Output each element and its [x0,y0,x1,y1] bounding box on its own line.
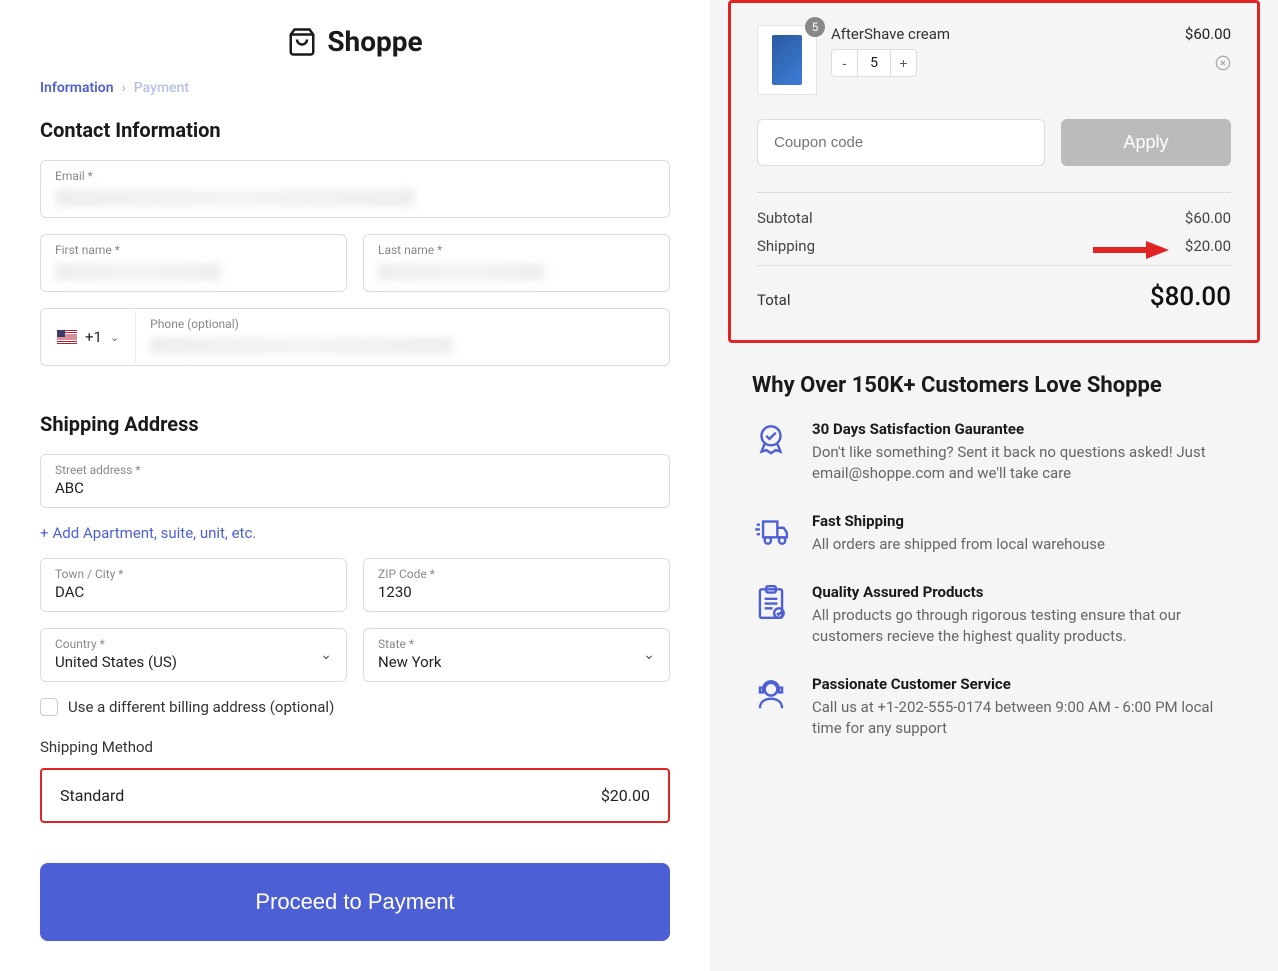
close-icon [1215,55,1231,71]
city-field[interactable]: Town / City * DAC [40,558,347,612]
shipping-cost-row: Shipping $20.00 [757,237,1231,255]
badge-check-icon [752,420,790,458]
benefit-title: Quality Assured Products [812,583,1236,601]
order-summary: 5 AfterShave cream $60.00 - 5 + [728,0,1260,343]
checkbox-icon [40,698,58,716]
shipping-cost-label: Shipping [757,237,815,255]
subtotal-row: Subtotal $60.00 [757,209,1231,227]
total-value: $80.00 [1150,282,1231,312]
country-value: United States (US) [55,653,332,671]
benefit-title: Fast Shipping [812,512,1105,530]
first-name-value [55,263,221,281]
country-code-selector[interactable]: +1 ⌄ [41,311,136,363]
zip-value: 1230 [378,583,655,601]
truck-icon [752,512,790,550]
qty-decrease-button[interactable]: - [832,50,858,76]
phone-value [150,337,453,355]
shipping-method-heading: Shipping Method [40,738,670,756]
country-select[interactable]: Country * United States (US) ⌄ [40,628,347,682]
shopping-bag-icon [287,27,317,57]
shipping-cost-value: $20.00 [1185,237,1231,255]
product-thumbnail: 5 [757,25,817,95]
brand-name: Shoppe [327,25,422,58]
phone-label: Phone (optional) [150,317,655,331]
phone-prefix: +1 [85,328,102,346]
add-apartment-label: Add Apartment, suite, unit, etc. [53,524,257,542]
clipboard-check-icon [752,583,790,621]
different-billing-checkbox[interactable]: Use a different billing address (optiona… [40,698,670,716]
benefit-desc: All orders are shipped from local wareho… [812,534,1105,555]
first-name-label: First name * [55,243,332,257]
state-label: State * [378,637,655,651]
qty-value: 5 [858,50,890,76]
street-address-field[interactable]: Street address * ABC [40,454,670,508]
qty-increase-button[interactable]: + [890,50,916,76]
benefit-desc: All products go through rigorous testing… [812,605,1236,647]
first-name-field[interactable]: First name * [40,234,347,292]
product-name: AfterShave cream [831,25,950,43]
breadcrumb: Information › Payment [40,80,670,96]
total-label: Total [757,291,791,309]
contact-info-heading: Contact Information [40,118,670,142]
us-flag-icon [57,330,77,344]
subtotal-label: Subtotal [757,209,813,227]
shipping-method-option[interactable]: Standard $20.00 [40,768,670,823]
last-name-field[interactable]: Last name * [363,234,670,292]
street-label: Street address * [55,463,655,477]
quantity-stepper: - 5 + [831,49,917,77]
benefit-title: Passionate Customer Service [812,675,1236,693]
last-name-value [378,263,544,281]
brand-logo: Shoppe [40,25,670,58]
plus-icon: + [40,524,49,542]
proceed-to-payment-button[interactable]: Proceed to Payment [40,863,670,941]
benefit-title: 30 Days Satisfaction Gaurantee [812,420,1236,438]
breadcrumb-payment: Payment [134,80,189,96]
shipping-method-name: Standard [60,786,124,805]
breadcrumb-information[interactable]: Information [40,80,114,96]
cart-item: 5 AfterShave cream $60.00 - 5 + [757,25,1231,95]
product-price: $60.00 [1185,25,1231,43]
subtotal-value: $60.00 [1185,209,1231,227]
different-billing-label: Use a different billing address (optiona… [68,698,334,716]
benefit-support: Passionate Customer Service Call us at +… [710,675,1278,767]
phone-field[interactable]: +1 ⌄ Phone (optional) [40,308,670,366]
last-name-label: Last name * [378,243,655,257]
zip-field[interactable]: ZIP Code * 1230 [363,558,670,612]
remove-item-button[interactable] [1215,55,1231,71]
headset-icon [752,675,790,713]
chevron-right-icon: › [122,80,126,96]
benefits-heading: Why Over 150K+ Customers Love Shoppe [710,363,1278,420]
shipping-address-heading: Shipping Address [40,412,670,436]
state-value: New York [378,653,655,671]
city-label: Town / City * [55,567,332,581]
email-field[interactable]: Email * [40,160,670,218]
city-value: DAC [55,583,332,601]
country-label: Country * [55,637,332,651]
chevron-down-icon: ⌄ [110,331,119,344]
coupon-input[interactable] [757,119,1045,166]
total-row: Total $80.00 [757,282,1231,312]
benefit-guarantee: 30 Days Satisfaction Gaurantee Don't lik… [710,420,1278,512]
add-apartment-link[interactable]: + Add Apartment, suite, unit, etc. [40,524,670,542]
benefit-shipping: Fast Shipping All orders are shipped fro… [710,512,1278,583]
email-label: Email * [55,169,655,183]
qty-badge: 5 [805,17,825,37]
benefit-desc: Call us at +1-202-555-0174 between 9:00 … [812,697,1236,739]
benefit-desc: Don't like something? Sent it back no qu… [812,442,1236,484]
apply-coupon-button[interactable]: Apply [1061,119,1231,166]
arrow-right-icon [1091,239,1171,261]
email-value [55,189,415,207]
state-select[interactable]: State * New York ⌄ [363,628,670,682]
zip-label: ZIP Code * [378,567,655,581]
street-value: ABC [55,479,655,497]
shipping-method-price: $20.00 [601,786,650,805]
benefit-quality: Quality Assured Products All products go… [710,583,1278,675]
